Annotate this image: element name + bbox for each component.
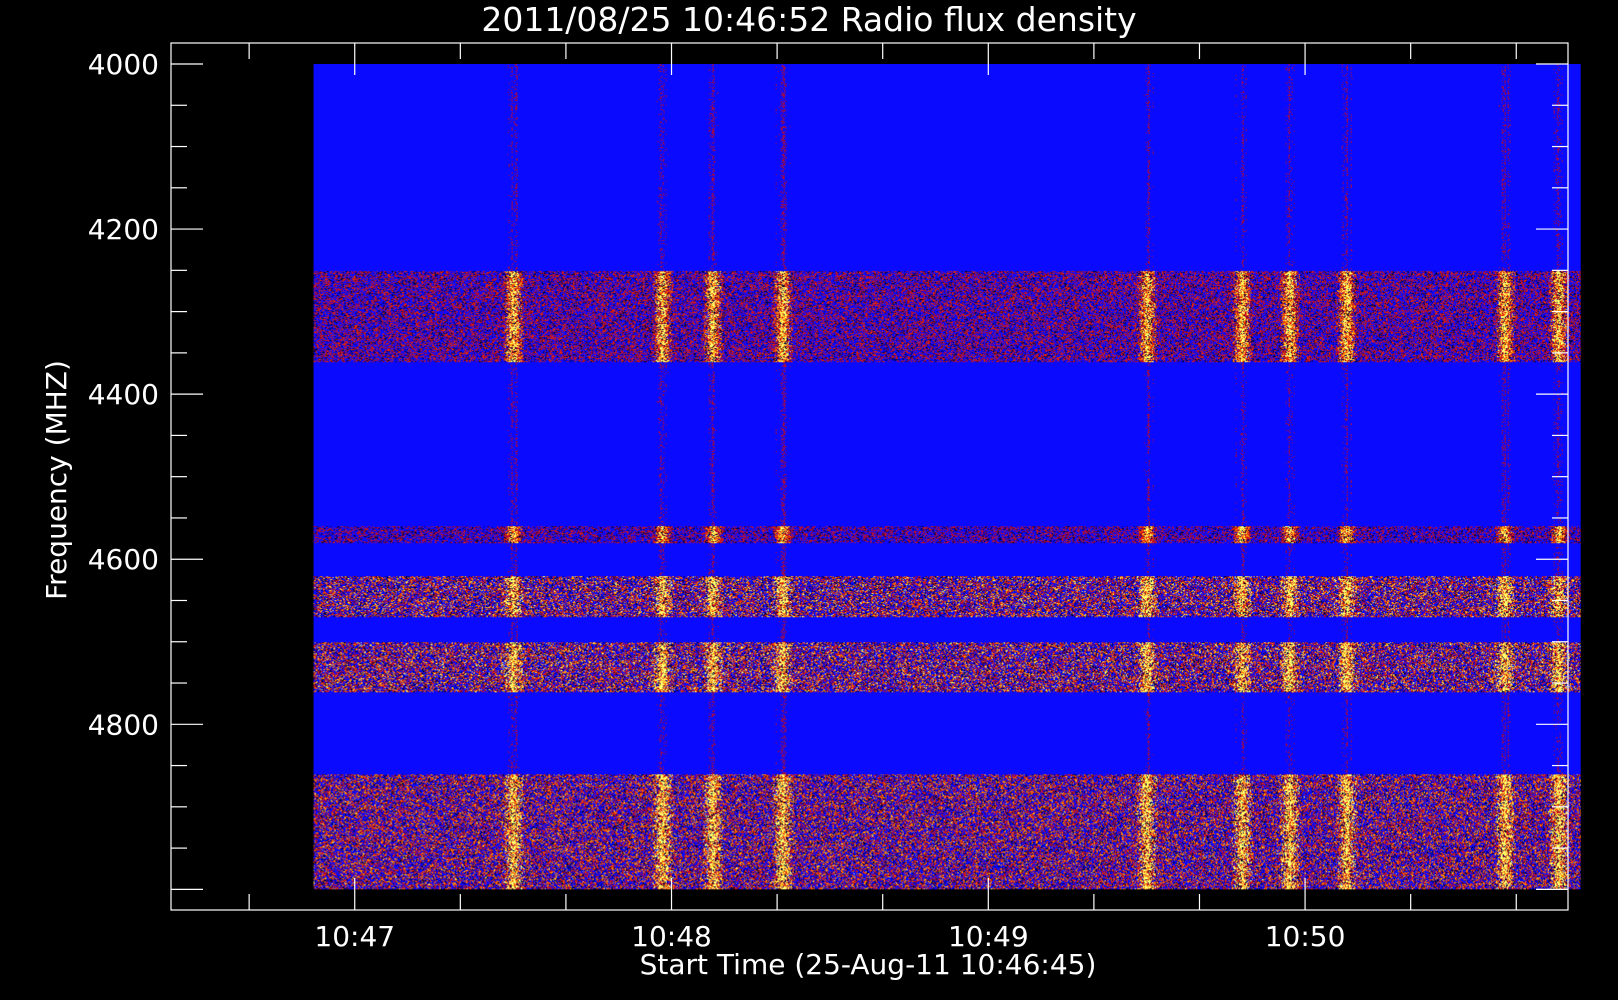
y-tick-label: 4400 bbox=[88, 378, 159, 411]
y-tick-label: 4000 bbox=[88, 48, 159, 81]
y-tick-label: 4800 bbox=[88, 708, 159, 741]
x-tick-label: 10:47 bbox=[314, 920, 395, 953]
spectrogram-svg: 4000420044004600480010:47 10:48 10:49 10:50… bbox=[0, 0, 1618, 1000]
x-tick-label: 10:50 bbox=[1265, 920, 1346, 953]
y-tick-label: 4600 bbox=[88, 543, 159, 576]
chart-title: 2011/08/25 10:46:52 Radio flux density bbox=[481, 0, 1136, 39]
y-tick-label: 4200 bbox=[88, 213, 159, 246]
x-axis-label: Start Time (25-Aug-11 10:46:45) bbox=[640, 948, 1097, 981]
y-axis-label: Frequency (MHZ) bbox=[40, 360, 73, 600]
spectrogram-chart: 4000 4200 4400 4600 4800 10:47 10:48 10:49 10:50… bbox=[0, 0, 1618, 1000]
spectrogram-heatmap bbox=[313, 64, 1581, 890]
heatmap-layer bbox=[313, 64, 1581, 890]
